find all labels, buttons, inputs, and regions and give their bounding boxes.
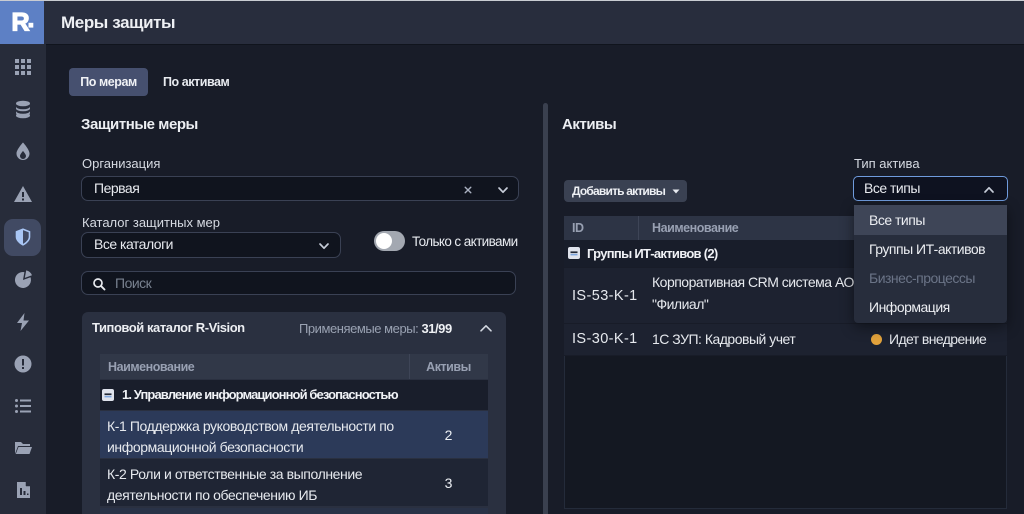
svg-text:R: R [12, 9, 30, 37]
